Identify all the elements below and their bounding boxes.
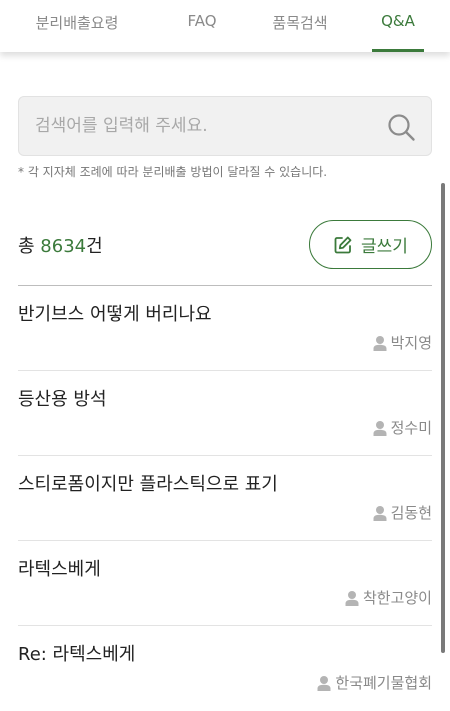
person-icon: [373, 335, 387, 351]
top-tab-bar: 분리배출요령 FAQ 품목검색 Q&A: [0, 0, 450, 52]
search-input[interactable]: [35, 97, 365, 155]
post-title: 라텍스베게: [18, 559, 101, 580]
tab-faq[interactable]: FAQ: [170, 0, 234, 52]
post-author: 착한고양이: [345, 587, 432, 608]
tab-item-search[interactable]: 품목검색: [260, 0, 340, 52]
tab-qna[interactable]: Q&A: [372, 0, 424, 52]
post-author: 김동현: [373, 502, 432, 523]
total-prefix: 총: [18, 236, 41, 257]
post-title: 반기브스 어떻게 버리나요: [18, 304, 212, 325]
person-icon: [373, 420, 387, 436]
author-name: 박지영: [390, 334, 432, 352]
author-name: 정수미: [390, 419, 432, 437]
post-title: Re: 라텍스베게: [18, 644, 136, 665]
search-box: [18, 96, 432, 156]
author-name: 김동현: [390, 504, 432, 522]
edit-icon: [334, 236, 352, 253]
post-total-count: 총 8634건: [18, 232, 103, 258]
person-icon: [373, 505, 387, 521]
person-icon: [317, 675, 331, 691]
post-title: 등산용 방석: [18, 389, 107, 410]
write-post-button[interactable]: 글쓰기: [309, 220, 432, 269]
author-name: 착한고양이: [362, 589, 432, 607]
list-item[interactable]: 등산용 방석 정수미: [18, 371, 432, 456]
person-icon: [345, 590, 359, 606]
total-suffix: 건: [86, 236, 103, 257]
total-number: 8634: [40, 236, 87, 257]
post-author: 정수미: [373, 417, 432, 438]
list-item[interactable]: 스티로폼이지만 플라스틱으로 표기 김동현: [18, 456, 432, 541]
list-item[interactable]: 라텍스베게 착한고양이: [18, 541, 432, 626]
list-item[interactable]: 반기브스 어떻게 버리나요 박지영: [18, 286, 432, 371]
search-icon: [388, 114, 415, 141]
search-button[interactable]: [385, 111, 417, 143]
write-button-label: 글쓰기: [361, 237, 408, 257]
disposal-notice: * 각 지자체 조례에 따라 분리배출 방법이 달라질 수 있습니다.: [18, 165, 328, 179]
scrollbar[interactable]: [441, 183, 445, 653]
post-author: 박지영: [373, 332, 432, 353]
tab-disposal-guide[interactable]: 분리배출요령: [22, 0, 132, 52]
list-item[interactable]: Re: 라텍스베게 한국폐기물협회: [18, 626, 432, 711]
post-title: 스티로폼이지만 플라스틱으로 표기: [18, 474, 278, 495]
post-author: 한국폐기물협회: [317, 672, 432, 693]
author-name: 한국폐기물협회: [335, 674, 432, 692]
